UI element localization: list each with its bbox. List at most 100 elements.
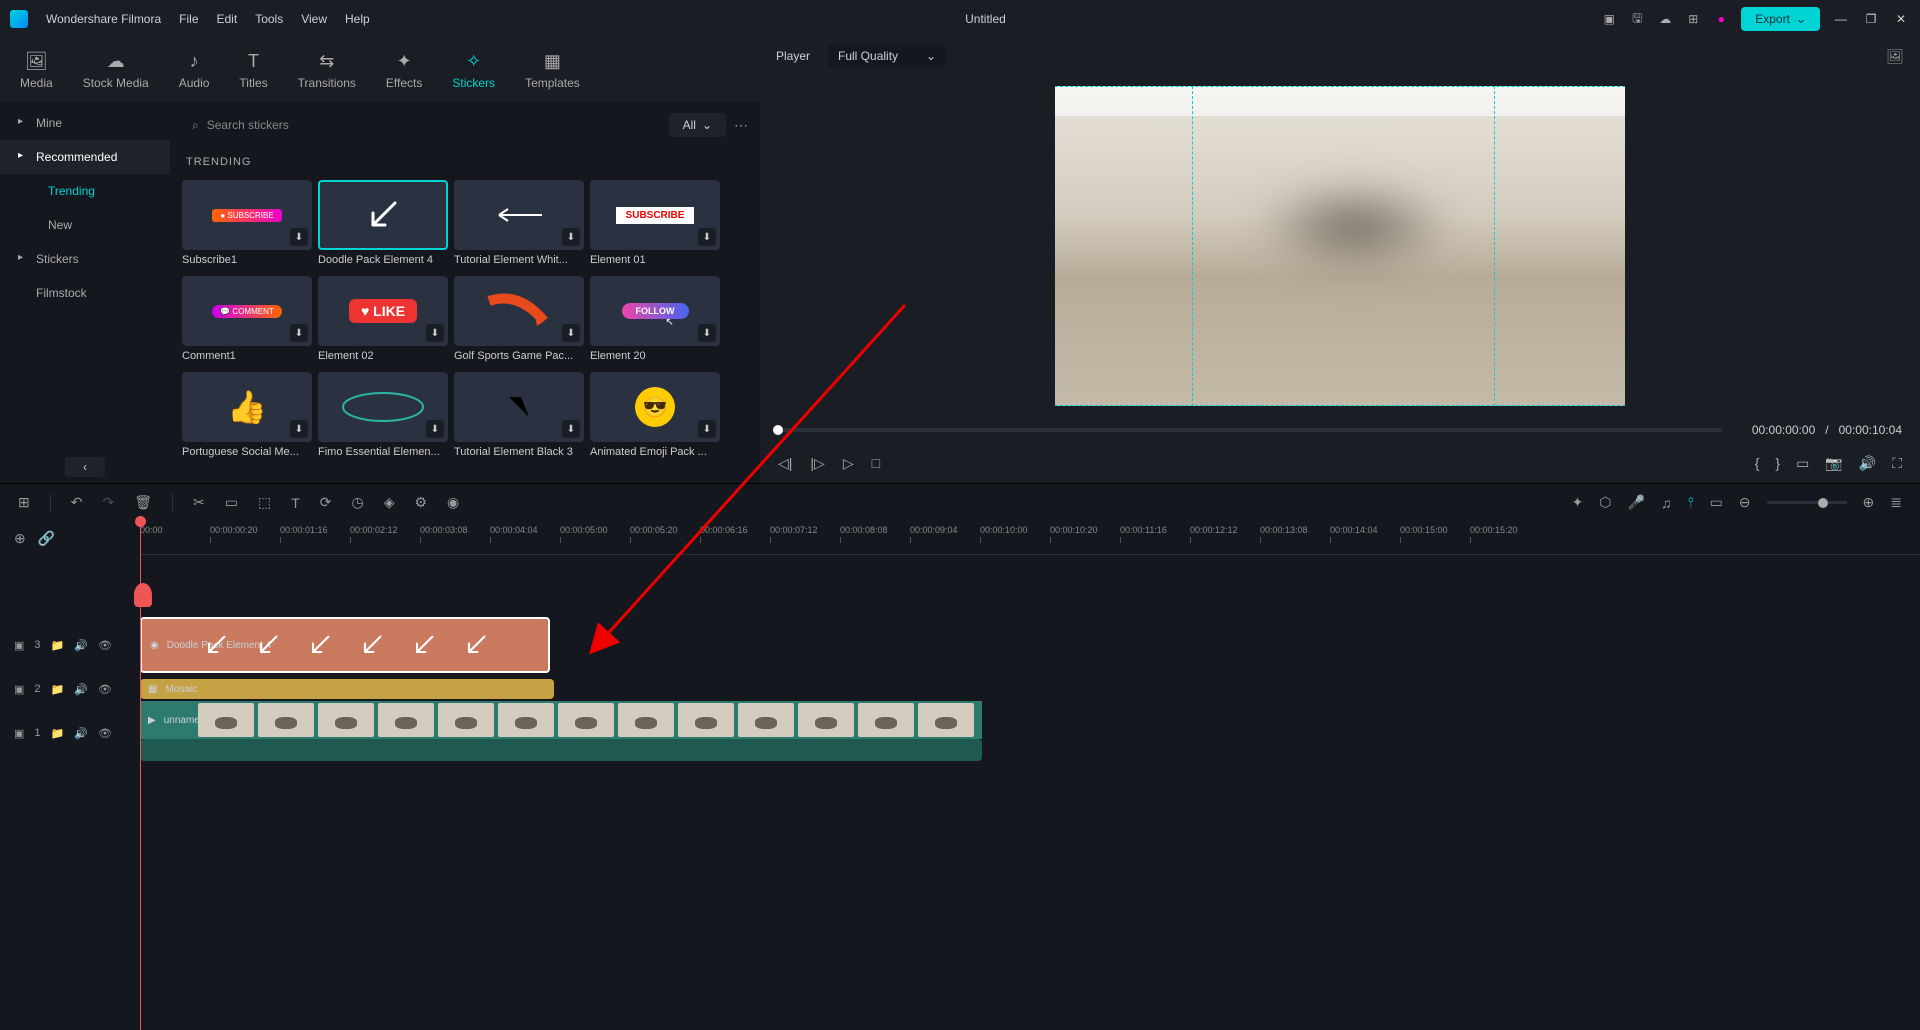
mute-icon[interactable]: 🔊	[74, 683, 88, 696]
more-icon[interactable]: ⋯	[734, 117, 748, 134]
quality-select[interactable]: Full Quality⌄	[828, 45, 946, 67]
maximize-button[interactable]: ❐	[1862, 12, 1880, 26]
tile-portuguese-social[interactable]: 👍⬇	[182, 372, 312, 442]
save-icon[interactable]: 🖫	[1629, 11, 1645, 27]
marker-icon[interactable]	[134, 583, 152, 607]
playhead[interactable]	[140, 521, 141, 1030]
close-button[interactable]: ✕	[1892, 12, 1910, 26]
scrubber[interactable]	[778, 428, 1722, 432]
modules-icon[interactable]: ⊞	[18, 494, 30, 511]
stop-button[interactable]: □	[872, 455, 880, 471]
track-head-3[interactable]: ▣3 📁 🔊 👁	[0, 613, 140, 677]
speed-button[interactable]: ⟳	[320, 494, 332, 511]
tile-tutorial-black-3[interactable]: ⬇	[454, 372, 584, 442]
delete-button[interactable]: 🗑	[134, 494, 152, 511]
download-icon[interactable]: ⬇	[562, 420, 580, 438]
enhance-icon[interactable]: ✦	[1572, 494, 1584, 511]
shield-icon[interactable]: ⬡	[1599, 494, 1611, 511]
fullscreen-icon[interactable]: ⛶	[1892, 455, 1902, 472]
tile-comment1[interactable]: 💬 COMMENT⬇	[182, 276, 312, 346]
tile-element-20[interactable]: FOLLOW↖⬇	[590, 276, 720, 346]
time-ruler[interactable]: 00:0000:00:00:2000:00:01:1600:00:02:1200…	[140, 521, 1920, 555]
mark-in-button[interactable]: {	[1755, 455, 1760, 471]
visibility-icon[interactable]: 👁	[98, 683, 112, 696]
tile-animated-emoji[interactable]: 😎⬇	[590, 372, 720, 442]
menu-tools[interactable]: Tools	[255, 12, 283, 26]
download-icon[interactable]: ⬇	[290, 420, 308, 438]
split-button[interactable]: ✂	[193, 494, 205, 511]
visibility-icon[interactable]: 👁	[98, 727, 112, 740]
tab-stickers[interactable]: ✧Stickers	[452, 51, 495, 90]
sidebar-sub-trending[interactable]: Trending	[0, 174, 170, 208]
download-icon[interactable]: ⬇	[290, 228, 308, 246]
tab-audio[interactable]: ♪Audio	[179, 51, 210, 90]
volume-icon[interactable]: 🔊	[1859, 455, 1876, 472]
menu-help[interactable]: Help	[345, 12, 370, 26]
prev-frame-button[interactable]: ◁|	[778, 455, 792, 472]
track-head-1[interactable]: ▣1 📁 🔊 👁	[0, 701, 140, 765]
track-add-icon[interactable]: ⊕	[14, 530, 26, 547]
sidebar-item-filmstock[interactable]: Filmstock	[0, 276, 170, 310]
tab-media[interactable]: 🖼Media	[20, 51, 53, 90]
link-icon[interactable]: 🔗	[38, 530, 55, 547]
preview-viewport[interactable]	[760, 74, 1920, 417]
next-frame-button[interactable]: |▷	[810, 455, 824, 472]
clip-doodle[interactable]: ◉Doodle Pack Element 4	[140, 617, 550, 673]
tile-fimo-essential[interactable]: ⬇	[318, 372, 448, 442]
download-icon[interactable]: ⬇	[698, 420, 716, 438]
apps-icon[interactable]: ⊞	[1685, 11, 1701, 27]
download-icon[interactable]: ⬇	[562, 324, 580, 342]
collapse-sidebar-button[interactable]: ‹	[65, 457, 105, 477]
track-head-2[interactable]: ▣2 📁 🔊 👁	[0, 677, 140, 701]
download-icon[interactable]: ⬇	[698, 324, 716, 342]
tile-golf-sports[interactable]: ⬇	[454, 276, 584, 346]
play-button[interactable]: ▷	[843, 455, 854, 472]
sidebar-item-recommended[interactable]: Recommended	[0, 140, 170, 174]
export-button[interactable]: Export⌄	[1741, 7, 1820, 31]
mic-icon[interactable]: 🎤	[1628, 494, 1645, 511]
timer-button[interactable]: ◷	[351, 494, 363, 511]
crop-button[interactable]: ⬚	[258, 494, 271, 511]
minimize-button[interactable]: —	[1832, 12, 1850, 26]
tab-transitions[interactable]: ⇆Transitions	[298, 51, 356, 90]
zoom-slider[interactable]	[1767, 501, 1847, 504]
tab-titles[interactable]: TTitles	[239, 51, 267, 90]
text-tool[interactable]: T	[291, 495, 300, 511]
camera-icon[interactable]: 📷	[1825, 455, 1842, 472]
tile-tutorial-white[interactable]: ⬇	[454, 180, 584, 250]
tile-doodle-pack-4[interactable]	[318, 180, 448, 250]
cloud-icon[interactable]: ☁	[1657, 11, 1673, 27]
sidebar-item-mine[interactable]: Mine	[0, 106, 170, 140]
download-icon[interactable]: ⬇	[698, 228, 716, 246]
clip-mosaic[interactable]: ▦Mosaic	[140, 679, 554, 699]
color-button[interactable]: ◈	[384, 494, 395, 511]
download-icon[interactable]: ⬇	[290, 324, 308, 342]
undo-button[interactable]: ↶	[71, 494, 83, 511]
display-icon[interactable]: ▭	[1796, 455, 1809, 472]
tab-effects[interactable]: ✦Effects	[386, 51, 422, 90]
tab-templates[interactable]: ▦Templates	[525, 51, 580, 90]
download-icon[interactable]: ⬇	[562, 228, 580, 246]
folder-icon[interactable]: 📁	[51, 683, 65, 696]
sidebar-sub-new[interactable]: New	[0, 208, 170, 242]
folder-icon[interactable]: 📁	[51, 639, 65, 652]
adjust-button[interactable]: ⚙	[414, 494, 427, 511]
track-view-icon[interactable]: ≣	[1890, 494, 1902, 511]
avatar-icon[interactable]: ●	[1713, 11, 1729, 27]
tab-stock-media[interactable]: ☁Stock Media	[83, 51, 149, 90]
select-tool[interactable]: ▭	[225, 494, 238, 511]
zoom-in-button[interactable]: ⊕	[1863, 494, 1875, 511]
menu-view[interactable]: View	[301, 12, 327, 26]
menu-edit[interactable]: Edit	[217, 12, 238, 26]
folder-icon[interactable]: 📁	[51, 727, 65, 740]
zoom-out-button[interactable]: ⊖	[1739, 494, 1751, 511]
clip-video[interactable]: ▶unnamed	[140, 701, 982, 739]
keyframe-button[interactable]: ◉	[447, 494, 459, 511]
music-icon[interactable]: ♫	[1661, 495, 1672, 511]
tile-element-01[interactable]: SUBSCRIBE⬇	[590, 180, 720, 250]
download-icon[interactable]: ⬇	[426, 324, 444, 342]
mute-icon[interactable]: 🔊	[74, 639, 88, 652]
magnet-icon[interactable]: ⫯	[1687, 494, 1693, 511]
menu-file[interactable]: File	[179, 12, 198, 26]
tile-element-02[interactable]: ♥ LIKE⬇	[318, 276, 448, 346]
